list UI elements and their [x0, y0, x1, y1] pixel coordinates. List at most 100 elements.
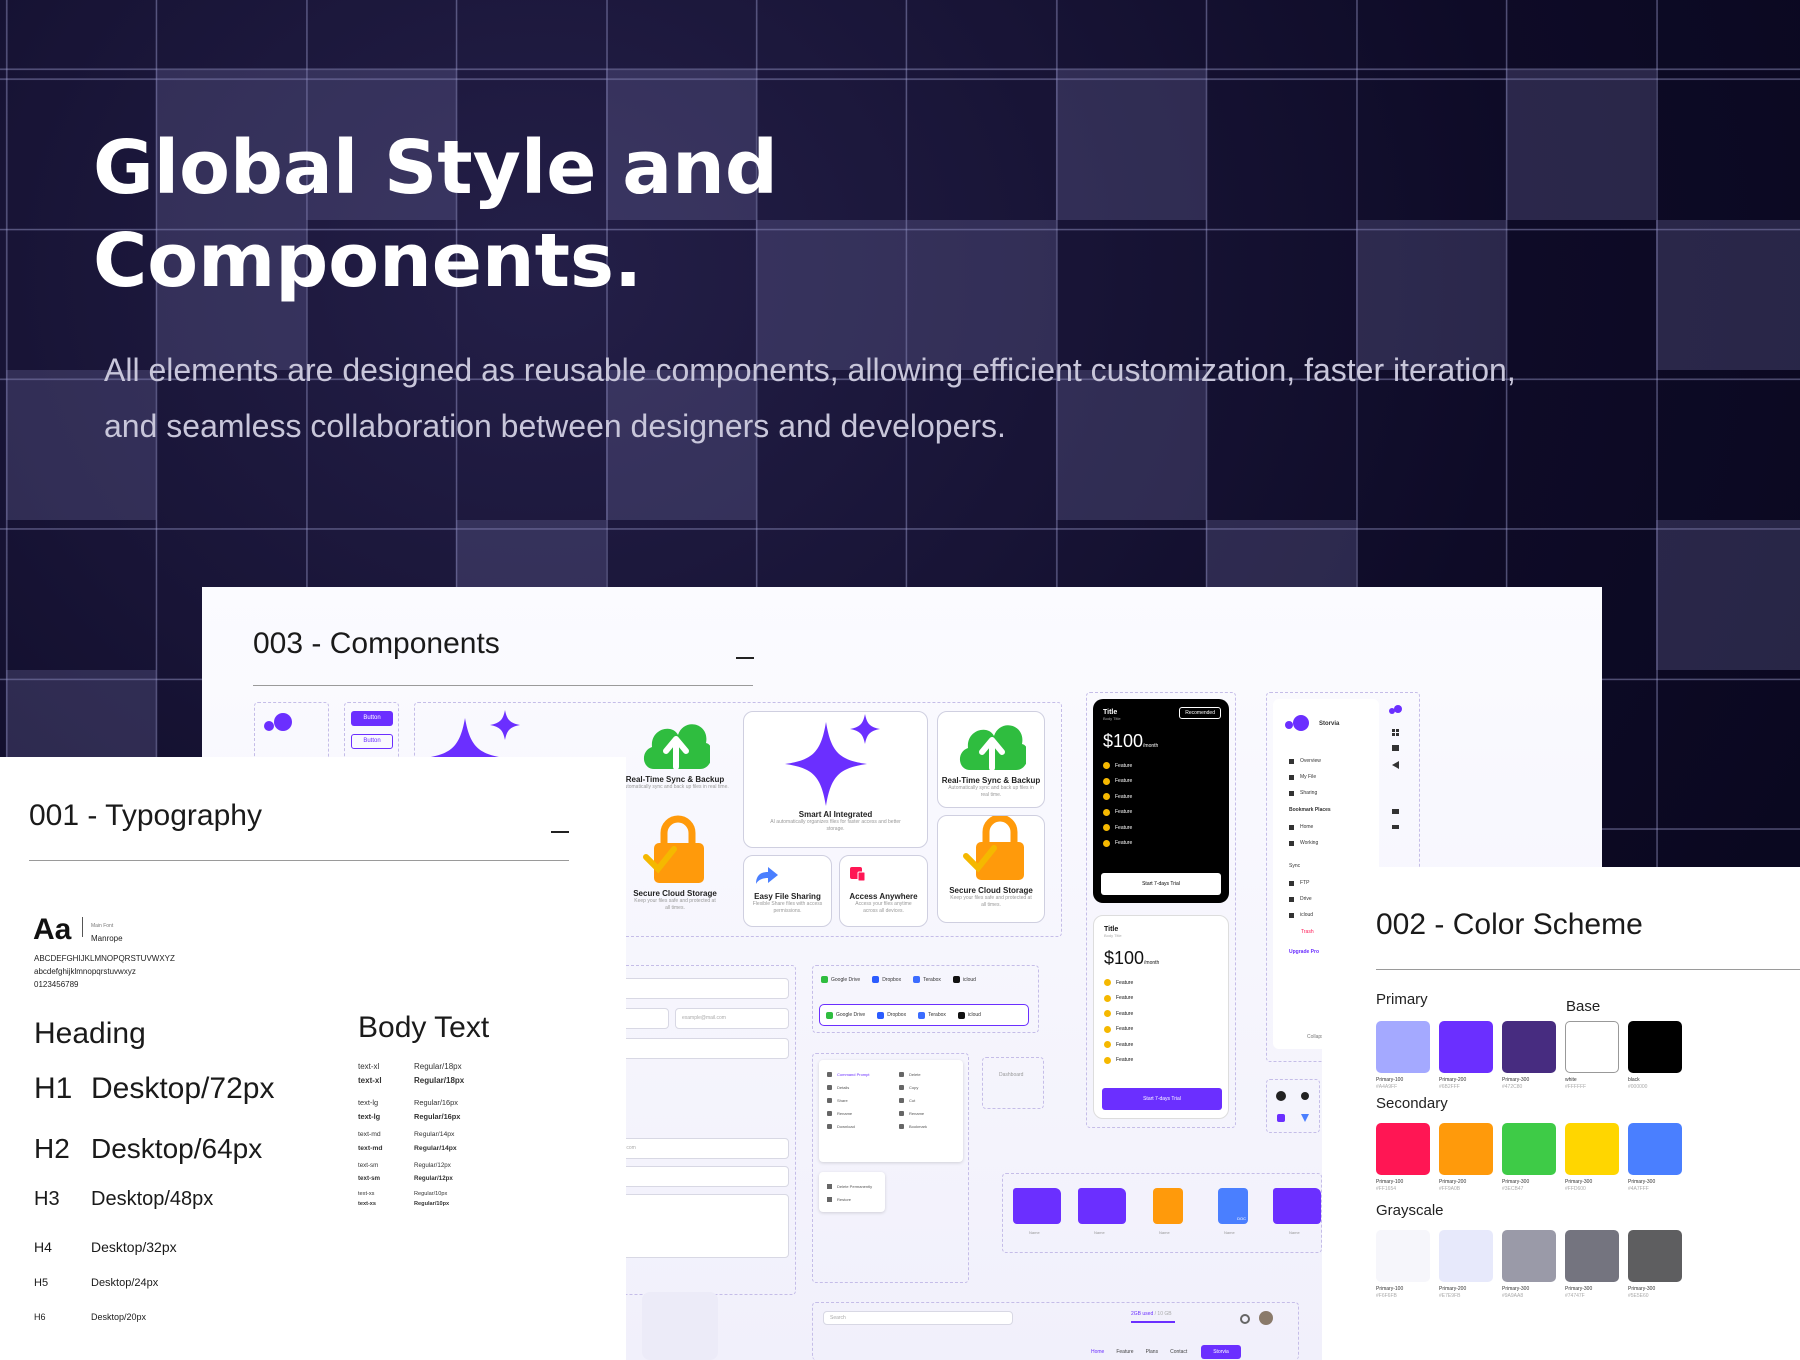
menu-item[interactable]: Share — [827, 1094, 869, 1107]
pricing-card-light[interactable]: Title Body Title $100/month Feature Featu… — [1093, 915, 1229, 1119]
folder-icon[interactable] — [1013, 1188, 1061, 1224]
color-swatch[interactable] — [1565, 1230, 1619, 1282]
menu-item[interactable]: Delete Permanently — [827, 1180, 872, 1193]
menu-item[interactable]: Download — [827, 1120, 869, 1133]
color-swatch[interactable] — [1565, 1021, 1619, 1073]
feature-card-anywhere[interactable]: Access Anywhere Access your files anytim… — [839, 855, 928, 927]
color-swatch[interactable] — [1628, 1123, 1682, 1175]
color-swatch[interactable] — [1502, 1230, 1556, 1282]
nav-link[interactable]: Home — [1091, 1349, 1104, 1355]
menu-item[interactable]: Bookmark — [899, 1120, 927, 1133]
integration-item[interactable]: Dropbox — [872, 976, 901, 983]
nav-link[interactable]: Contact — [1170, 1349, 1187, 1355]
integration-icon — [826, 1011, 833, 1019]
body-style-spec: Regular/10px — [414, 1201, 450, 1207]
alphabet-uppercase: ABCDEFGHIJKLMNOPQRSTUVWXYZ — [34, 954, 175, 963]
color-swatch[interactable] — [1439, 1021, 1493, 1073]
integration-icon — [952, 976, 960, 983]
secondary-button[interactable]: Button — [351, 734, 393, 749]
menu-item[interactable]: Details — [827, 1081, 869, 1094]
start-trial-button[interactable]: Start 7-days Trial — [1102, 1088, 1222, 1110]
folder-icon[interactable] — [1273, 1188, 1321, 1224]
sidebar-item[interactable]: Overview — [1289, 753, 1321, 769]
nav-link[interactable]: Feature — [1116, 1349, 1133, 1355]
menu-item[interactable]: Cut — [899, 1094, 927, 1107]
integration-item[interactable]: Google Drive — [826, 1011, 865, 1019]
integration-item[interactable]: icloud — [952, 976, 976, 983]
integration-item[interactable]: Terabox — [918, 1011, 946, 1019]
folder-icon[interactable] — [1153, 1188, 1183, 1224]
sidebar-item-trash[interactable]: Trash — [1301, 929, 1314, 935]
minimize-icon[interactable] — [551, 831, 569, 833]
sidebar-item-icon — [1289, 912, 1294, 918]
integration-row-selected[interactable]: Google Drive Dropbox Terabox icloud — [819, 1004, 1029, 1026]
color-swatch[interactable] — [1502, 1123, 1556, 1175]
feature-card-ai[interactable]: Smart AI Integrated AI automatically org… — [743, 711, 928, 848]
color-swatch-name: Primary-300 — [1565, 1286, 1593, 1292]
sidebar-item[interactable]: Sharing — [1289, 785, 1321, 801]
sidebar-bookmark[interactable]: Home — [1289, 819, 1318, 835]
sidebar-sync-item[interactable]: Drive — [1289, 891, 1313, 907]
avatar[interactable] — [1259, 1311, 1273, 1325]
start-trial-button[interactable]: Start 7-days Trial — [1101, 873, 1221, 895]
feature-card-title: Easy File Sharing — [754, 892, 821, 901]
menu-item-label: Delete — [909, 1072, 921, 1077]
sidebar-bookmark[interactable]: Working — [1289, 835, 1318, 851]
color-swatch[interactable] — [1376, 1021, 1430, 1073]
feature-card-sharing[interactable]: Easy File Sharing Flexible Share files w… — [743, 855, 832, 927]
integration-label: Google Drive — [831, 976, 861, 983]
minimize-icon[interactable] — [736, 657, 754, 659]
color-swatch[interactable] — [1502, 1021, 1556, 1073]
feature-card-secure-2[interactable]: Secure Cloud Storage Keep your files saf… — [937, 814, 1045, 923]
integration-item[interactable]: Terabox — [913, 976, 941, 983]
feature-card-secure-1[interactable]: Secure Cloud Storage Keep your files saf… — [620, 815, 730, 923]
heading-tag: H2 — [34, 1133, 70, 1164]
feature-card-sync-2[interactable]: Real-Time Sync & Backup Automatically sy… — [937, 711, 1045, 808]
menu-item[interactable]: Delete — [899, 1068, 927, 1081]
color-swatch-name: black — [1628, 1077, 1640, 1083]
color-swatch[interactable] — [1376, 1230, 1430, 1282]
navbar-cta-button[interactable]: Storvia — [1201, 1345, 1241, 1359]
feature-card-sync-1[interactable]: Real-Time Sync & Backup Automatically sy… — [620, 711, 730, 808]
color-swatch[interactable] — [1439, 1230, 1493, 1282]
navbar-search-input[interactable]: Search — [823, 1311, 1013, 1325]
menu-item-icon — [899, 1111, 904, 1116]
sidebar-item-label: Drive — [1300, 896, 1312, 902]
color-swatch-name: Primary-100 — [1376, 1179, 1404, 1185]
menu-item[interactable]: Rename — [899, 1107, 927, 1120]
integration-item[interactable]: Dropbox — [877, 1011, 906, 1019]
menu-item-label: Copy — [909, 1085, 919, 1090]
check-icon — [1103, 762, 1110, 770]
pricing-card-dark[interactable]: Title Body Title Recomended $100/month F… — [1093, 699, 1229, 903]
sidebar-item-icon — [1289, 824, 1294, 830]
sidebar-bookmarks: Home Working — [1289, 819, 1318, 851]
nav-link[interactable]: Plans — [1146, 1349, 1159, 1355]
gear-icon[interactable] — [1239, 1313, 1251, 1325]
color-swatch[interactable] — [1565, 1123, 1619, 1175]
sidebar-item[interactable]: My File — [1289, 769, 1321, 785]
menu-item[interactable]: Copy — [899, 1081, 927, 1094]
sidebar-sync-item[interactable]: FTP — [1289, 875, 1313, 891]
typography-divider — [29, 860, 569, 861]
folder-icon[interactable] — [1078, 1188, 1126, 1224]
integration-item[interactable]: icloud — [957, 1011, 981, 1019]
pricing-feature: Feature — [1103, 758, 1219, 774]
menu-item[interactable]: Command Prompt — [827, 1068, 869, 1081]
pricing-feature-label: Feature — [1116, 1010, 1134, 1017]
color-swatch[interactable] — [1439, 1123, 1493, 1175]
base-label: Base — [1566, 998, 1601, 1015]
upgrade-pro-label[interactable]: Upgrade Pro — [1289, 949, 1319, 955]
color-swatch-name: Primary-100 — [1376, 1286, 1404, 1292]
folder-icon[interactable]: DOC — [1218, 1188, 1248, 1224]
menu-item[interactable]: Rename — [827, 1107, 869, 1120]
primary-button[interactable]: Button — [351, 711, 393, 726]
color-swatch[interactable] — [1628, 1230, 1682, 1282]
heading-spec: Desktop/20px — [91, 1311, 147, 1322]
integration-icon — [913, 976, 921, 983]
menu-item[interactable]: Restore — [827, 1193, 872, 1206]
integration-item[interactable]: Google Drive — [821, 976, 860, 983]
color-swatch[interactable] — [1628, 1021, 1682, 1073]
email-input[interactable]: example@mail.com — [675, 1008, 789, 1029]
color-swatch[interactable] — [1376, 1123, 1430, 1175]
sidebar-sync-item[interactable]: icloud — [1289, 907, 1313, 923]
